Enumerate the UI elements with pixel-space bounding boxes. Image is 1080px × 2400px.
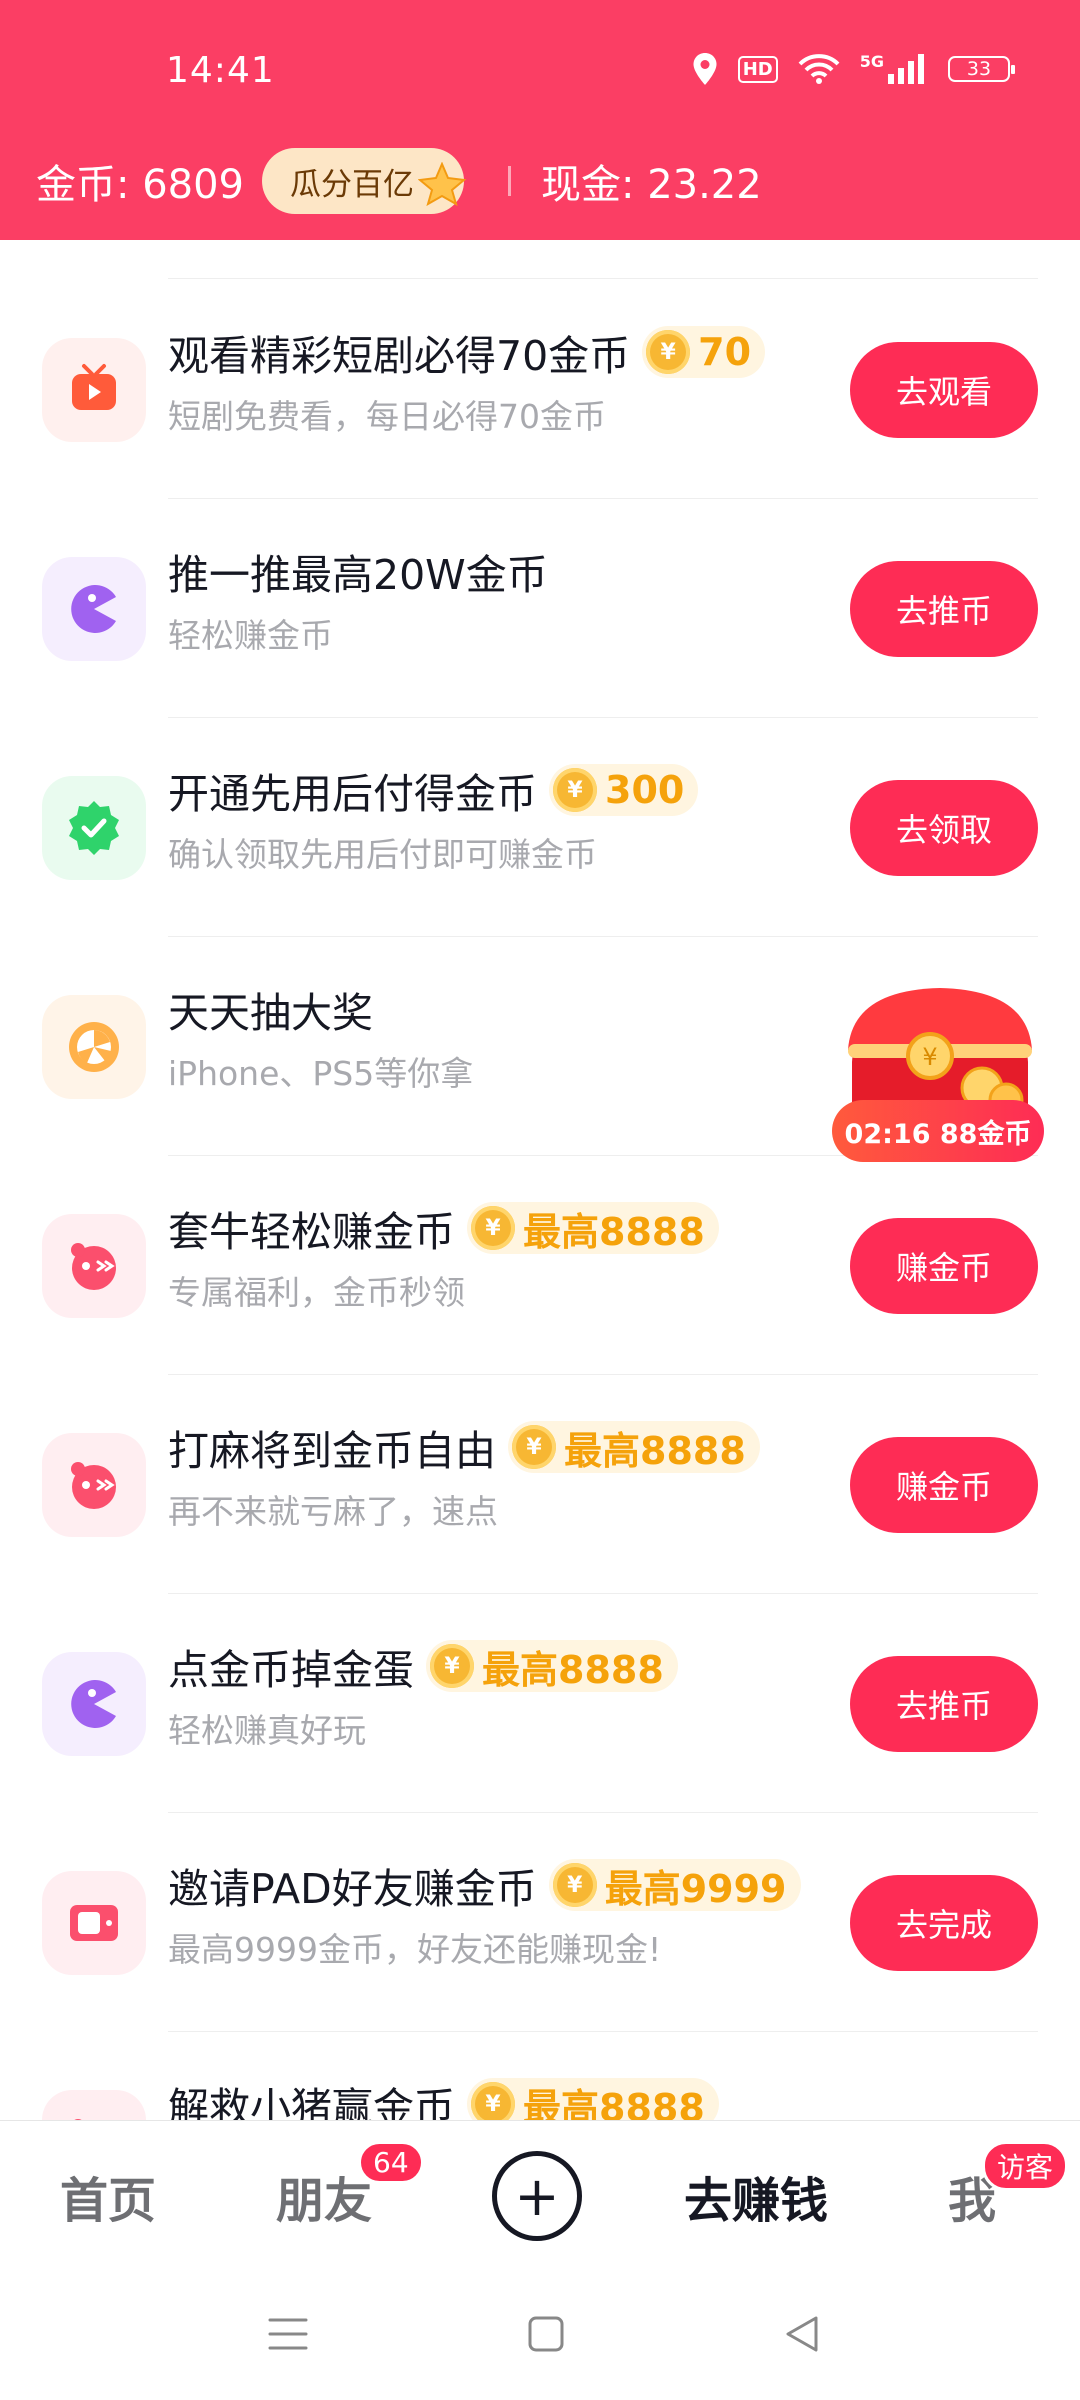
task-subtitle: 确认领取先用后付即可赚金币: [168, 835, 597, 874]
nav-home[interactable]: 首页: [60, 2161, 156, 2231]
complete-button[interactable]: 去完成: [850, 1874, 1038, 1971]
gold-coin-icon: ¥: [552, 1863, 597, 1907]
chest-timer-badge[interactable]: 02:16 88金币: [832, 1100, 1044, 1162]
reward-amount: 最高8888: [523, 1209, 705, 1254]
reward-tag: ¥ 300: [549, 764, 699, 816]
gold-coin-icon: ¥: [430, 1644, 474, 1688]
reward-tag: ¥ 最高8888: [426, 1640, 678, 1692]
reward-amount: 最高9999: [604, 1866, 787, 1911]
header-bar: 14:41 HD 5G 33 金币: 6809 瓜分百亿 现金: 23.22: [0, 0, 1080, 240]
promo-pill-label: 瓜分百亿: [290, 166, 414, 203]
plus-icon: +: [514, 2164, 560, 2228]
gold-coin-icon: ¥: [646, 330, 691, 374]
signal-icon: 5G: [860, 54, 928, 84]
task-list[interactable]: 观看精彩短剧必得70金币 ¥ 70 短剧免费看，每日必得70金币 去观看 推一推…: [0, 240, 1080, 2120]
bottom-nav: 首页 朋友 64 + 去赚钱 我 访客: [0, 2120, 1080, 2277]
task-item[interactable]: 解救小猪赢金币 ¥ 最高8888: [0, 2032, 1080, 2120]
task-item[interactable]: 邀请PAD好友赚金币 ¥ 最高9999 最高9999金币，好友还能赚现金! 去完…: [0, 1813, 1080, 2032]
task-title: 邀请PAD好友赚金币: [168, 1865, 537, 1913]
task-title: 打麻将到金币自由: [168, 1427, 496, 1475]
svg-text:¥: ¥: [922, 1043, 937, 1071]
cash-balance[interactable]: 现金: 23.22: [541, 152, 762, 210]
earn-coins-button[interactable]: 赚金币: [850, 1436, 1038, 1533]
reward-tag: ¥ 最高8888: [467, 2078, 719, 2120]
reward-amount: 最高8888: [523, 2085, 705, 2121]
home-square-icon[interactable]: [524, 2312, 568, 2356]
reward-amount: 最高8888: [482, 1647, 664, 1692]
lottery-wheel-icon: [42, 994, 146, 1099]
visitor-badge: 访客: [982, 2141, 1069, 2191]
reward-tag: ¥ 最高8888: [508, 1421, 760, 1473]
coin-balance[interactable]: 金币: 6809: [36, 152, 244, 210]
create-plus-button[interactable]: +: [492, 2151, 582, 2241]
list-divider: [168, 278, 1038, 279]
task-subtitle: iPhone、PS5等你拿: [168, 1054, 474, 1093]
gold-coin-icon: ¥: [471, 1206, 515, 1250]
task-title: 解救小猪赢金币: [168, 2084, 455, 2120]
battery-icon: 33: [948, 56, 1015, 82]
nav-earn[interactable]: 去赚钱: [684, 2161, 828, 2231]
hd-icon: HD: [737, 55, 778, 83]
push-coin-button[interactable]: 去推币: [850, 1655, 1038, 1752]
task-title: 点金币掉金蛋: [168, 1646, 414, 1694]
task-title: 套牛轻松赚金币: [168, 1208, 455, 1256]
task-item[interactable]: 点金币掉金蛋 ¥ 最高8888 轻松赚真好玩 去推币: [0, 1594, 1080, 1813]
gold-coin-icon: ¥: [553, 768, 597, 812]
reward-amount: 300: [605, 768, 685, 812]
gold-coin-icon: ¥: [471, 2082, 515, 2120]
reward-tag: ¥ 70: [642, 326, 766, 378]
claim-button[interactable]: 去领取: [850, 779, 1038, 876]
reward-tag: ¥ 最高9999: [548, 1859, 801, 1911]
back-triangle-icon[interactable]: [780, 2312, 824, 2356]
task-subtitle: 轻松赚金币: [168, 616, 333, 655]
pig-face-icon: [42, 1432, 146, 1537]
pig-face-icon: [42, 2089, 146, 2120]
task-item[interactable]: 推一推最高20W金币 轻松赚金币 去推币: [0, 499, 1080, 718]
reward-tag: ¥ 最高8888: [467, 1202, 719, 1254]
system-nav-bar: [0, 2276, 1080, 2400]
pacman-icon: [42, 1651, 146, 1756]
reward-amount: 最高8888: [564, 1428, 746, 1473]
earn-coins-button[interactable]: 赚金币: [850, 1217, 1038, 1314]
gold-coin-icon: ¥: [512, 1425, 556, 1469]
pig-face-icon: [42, 1213, 146, 1318]
task-subtitle: 最高9999金币，好友还能赚现金!: [168, 1930, 662, 1969]
status-time: 14:41: [166, 50, 275, 91]
task-subtitle: 短剧免费看，每日必得70金币: [168, 397, 606, 436]
task-item[interactable]: 观看精彩短剧必得70金币 ¥ 70 短剧免费看，每日必得70金币 去观看: [0, 280, 1080, 499]
sparkle-star-icon: [418, 162, 467, 206]
promo-pill[interactable]: 瓜分百亿: [262, 148, 467, 214]
nav-friends[interactable]: 朋友: [276, 2161, 372, 2231]
status-icons: HD 5G 33: [692, 52, 1015, 86]
task-title: 观看精彩短剧必得70金币: [168, 332, 631, 380]
push-coin-button[interactable]: 去推币: [850, 560, 1038, 657]
location-pin-icon: [693, 53, 717, 85]
header-divider: [508, 166, 511, 196]
friends-badge: 64: [358, 2141, 424, 2184]
tablet-icon: [42, 1870, 146, 1975]
task-item[interactable]: 套牛轻松赚金币 ¥ 最高8888 专属福利，金币秒领 赚金币: [0, 1156, 1080, 1375]
wifi-icon: [798, 54, 840, 84]
task-title: 天天抽大奖: [168, 989, 373, 1037]
verified-badge-icon: [42, 775, 146, 880]
task-item[interactable]: 开通先用后付得金币 ¥ 300 确认领取先用后付即可赚金币 去领取: [0, 718, 1080, 937]
task-title: 推一推最高20W金币: [168, 551, 548, 599]
watch-button[interactable]: 去观看: [850, 341, 1038, 438]
task-title: 开通先用后付得金币: [168, 770, 537, 818]
task-subtitle: 再不来就亏麻了，速点: [168, 1492, 498, 1531]
pacman-icon: [42, 556, 146, 661]
wallet-summary: 金币: 6809 瓜分百亿 现金: 23.22: [36, 148, 762, 214]
menu-icon[interactable]: [266, 2312, 310, 2356]
task-subtitle: 专属福利，金币秒领: [168, 1273, 465, 1312]
tv-play-icon: [42, 337, 146, 442]
reward-amount: 70: [698, 330, 752, 374]
task-subtitle: 轻松赚真好玩: [168, 1711, 366, 1750]
task-item[interactable]: 打麻将到金币自由 ¥ 最高8888 再不来就亏麻了，速点 赚金币: [0, 1375, 1080, 1594]
